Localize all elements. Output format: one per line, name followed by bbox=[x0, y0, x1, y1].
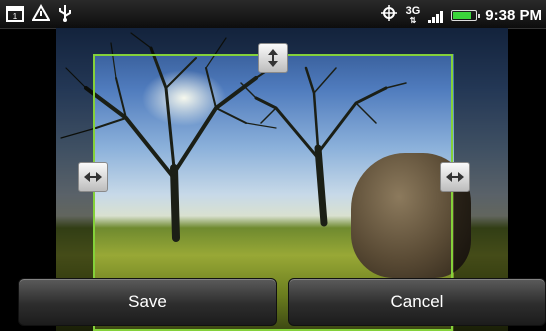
status-icons-right: 3G ⇅ 9:38 PM bbox=[380, 4, 542, 27]
horizontal-arrows-icon bbox=[84, 172, 102, 182]
vertical-arrows-icon bbox=[268, 49, 278, 67]
cancel-button[interactable]: Cancel bbox=[288, 278, 546, 326]
3g-icon: 3G ⇅ bbox=[405, 4, 421, 25]
battery-icon bbox=[451, 10, 481, 21]
signal-icon bbox=[428, 9, 444, 23]
warning-icon bbox=[31, 3, 51, 27]
horizontal-resize-handle-right[interactable] bbox=[440, 162, 470, 192]
calendar-icon: 1 bbox=[6, 4, 24, 27]
status-icons-left: 1 bbox=[6, 3, 72, 27]
svg-text:1: 1 bbox=[13, 12, 18, 21]
vertical-resize-handle[interactable] bbox=[258, 43, 288, 73]
horizontal-resize-handle-left[interactable] bbox=[78, 162, 108, 192]
save-button[interactable]: Save bbox=[18, 278, 277, 326]
status-bar: 1 3G ⇅ 9:38 PM bbox=[0, 0, 546, 29]
clock: 9:38 PM bbox=[485, 7, 542, 24]
gps-icon bbox=[380, 4, 398, 27]
usb-icon bbox=[58, 4, 72, 27]
horizontal-arrows-icon bbox=[446, 172, 464, 182]
